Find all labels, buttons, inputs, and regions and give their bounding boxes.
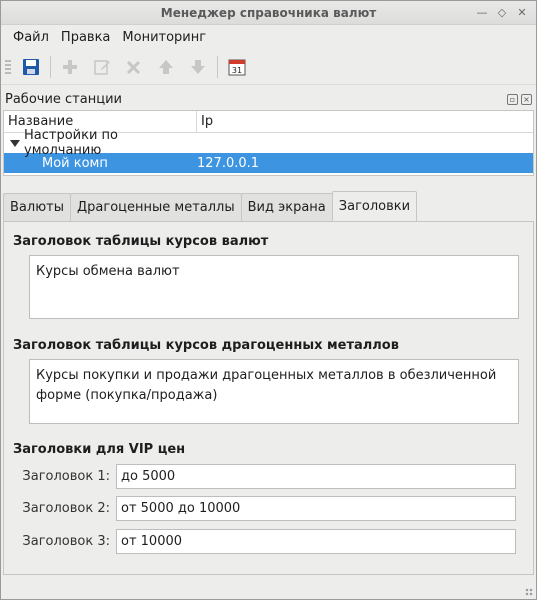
move-up-icon <box>159 59 173 74</box>
vip-header-3-label: Заголовок 3: <box>22 534 110 549</box>
main-window: Менеджер справочника валют — ◇ ✕ Файл Пр… <box>0 0 537 600</box>
edit-icon <box>94 59 110 75</box>
vip-header-1-label: Заголовок 1: <box>22 469 110 484</box>
currency-header-textarea[interactable]: Курсы обмена валют <box>29 255 519 319</box>
group-label: Настройки по умолчанию <box>24 128 119 158</box>
close-icon[interactable]: ✕ <box>514 4 530 20</box>
toolbar-separator <box>217 55 218 78</box>
status-bar <box>1 577 536 599</box>
vip-header-2-label: Заголовок 2: <box>22 501 110 516</box>
move-down-icon <box>191 59 205 74</box>
vip-header-2-input[interactable]: от 5000 до 10000 <box>116 496 516 521</box>
workstation-name: Мой комп <box>42 155 108 171</box>
workstations-tree[interactable]: Название Ip Настройки по умолчанию Мой к… <box>3 110 534 176</box>
add-icon <box>63 59 77 74</box>
workstation-ip: 127.0.0.1 <box>197 155 260 171</box>
delete-button[interactable] <box>118 52 150 82</box>
vip-header-2-row: Заголовок 2: от 5000 до 10000 <box>4 496 516 521</box>
tree-row-selected[interactable]: Мой комп 127.0.0.1 <box>4 153 533 173</box>
vip-header-3-row: Заголовок 3: от 10000 <box>4 529 516 554</box>
expand-arrow-icon[interactable] <box>10 139 20 147</box>
title-bar: Менеджер справочника валют — ◇ ✕ <box>1 1 536 25</box>
tab-currencies[interactable]: Валюты <box>3 193 71 221</box>
save-button[interactable] <box>15 52 47 82</box>
headers-panel: Заголовок таблицы курсов валют Курсы обм… <box>3 221 534 575</box>
minimize-icon[interactable]: — <box>474 4 490 20</box>
toolbar: 31 <box>1 49 536 85</box>
tab-headers[interactable]: Заголовки <box>331 191 418 221</box>
column-header-ip[interactable]: Ip <box>197 114 213 129</box>
workstations-dock-header: Рабочие станции ▫ × <box>1 88 536 110</box>
tree-group-row[interactable]: Настройки по умолчанию <box>4 128 533 158</box>
float-dock-icon[interactable]: ▫ <box>507 93 518 105</box>
window-title: Менеджер справочника валют <box>160 5 377 20</box>
move-down-button[interactable] <box>182 52 214 82</box>
delete-icon <box>126 60 141 74</box>
close-dock-icon[interactable]: × <box>521 93 532 105</box>
vip-header-3-input[interactable]: от 10000 <box>116 529 516 554</box>
vip-header-1-row: Заголовок 1: до 5000 <box>4 464 516 489</box>
workstations-title: Рабочие станции <box>5 91 122 107</box>
tab-bar: Валюты Драгоценные металлы Вид экрана За… <box>3 191 534 221</box>
calendar-button[interactable]: 31 <box>221 52 253 82</box>
calendar-day-label: 31 <box>232 66 242 75</box>
edit-button[interactable] <box>86 52 118 82</box>
maximize-icon[interactable]: ◇ <box>494 4 510 20</box>
vip-header-1-input[interactable]: до 5000 <box>116 464 516 489</box>
menu-edit[interactable]: Правка <box>55 30 116 45</box>
metals-header-textarea[interactable]: Курсы покупки и продажи драгоценных мета… <box>29 359 519 424</box>
tab-screen-view[interactable]: Вид экрана <box>240 193 333 221</box>
resize-grip-icon[interactable] <box>525 588 533 596</box>
metals-header-title: Заголовок таблицы курсов драгоценных мет… <box>13 338 399 353</box>
toolbar-grip-icon[interactable] <box>5 59 11 74</box>
currency-header-title: Заголовок таблицы курсов валют <box>13 234 269 249</box>
menu-file[interactable]: Файл <box>7 30 55 45</box>
tab-precious-metals[interactable]: Драгоценные металлы <box>69 193 242 221</box>
menu-monitoring[interactable]: Мониторинг <box>116 30 212 45</box>
menu-bar: Файл Правка Мониторинг <box>1 25 536 49</box>
vip-headers-title: Заголовки для VIP цен <box>13 442 186 457</box>
toolbar-separator <box>50 55 51 78</box>
calendar-icon: 31 <box>228 59 246 75</box>
save-icon <box>23 58 39 75</box>
add-button[interactable] <box>54 52 86 82</box>
move-up-button[interactable] <box>150 52 182 82</box>
